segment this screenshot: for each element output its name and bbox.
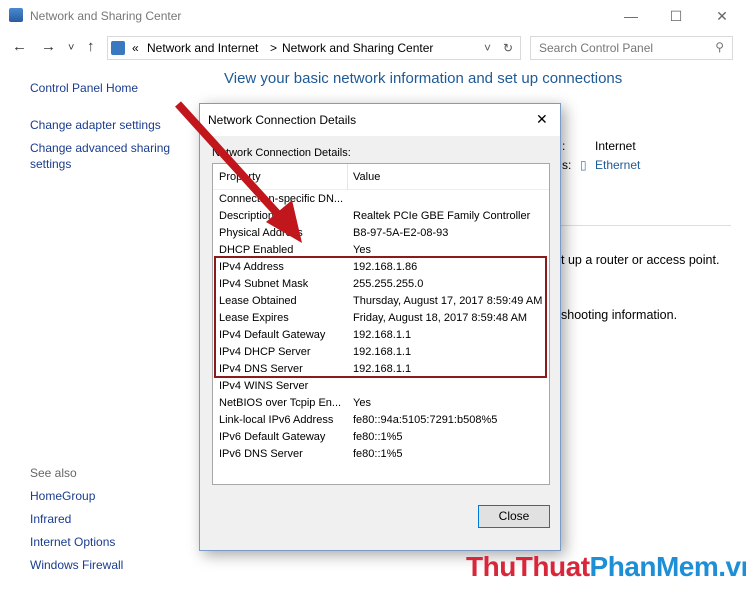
annotation-arrow (175, 101, 302, 243)
arrow-shaft (175, 101, 288, 225)
watermark-logo: ThuThuatPhanMem.vn (466, 551, 746, 582)
